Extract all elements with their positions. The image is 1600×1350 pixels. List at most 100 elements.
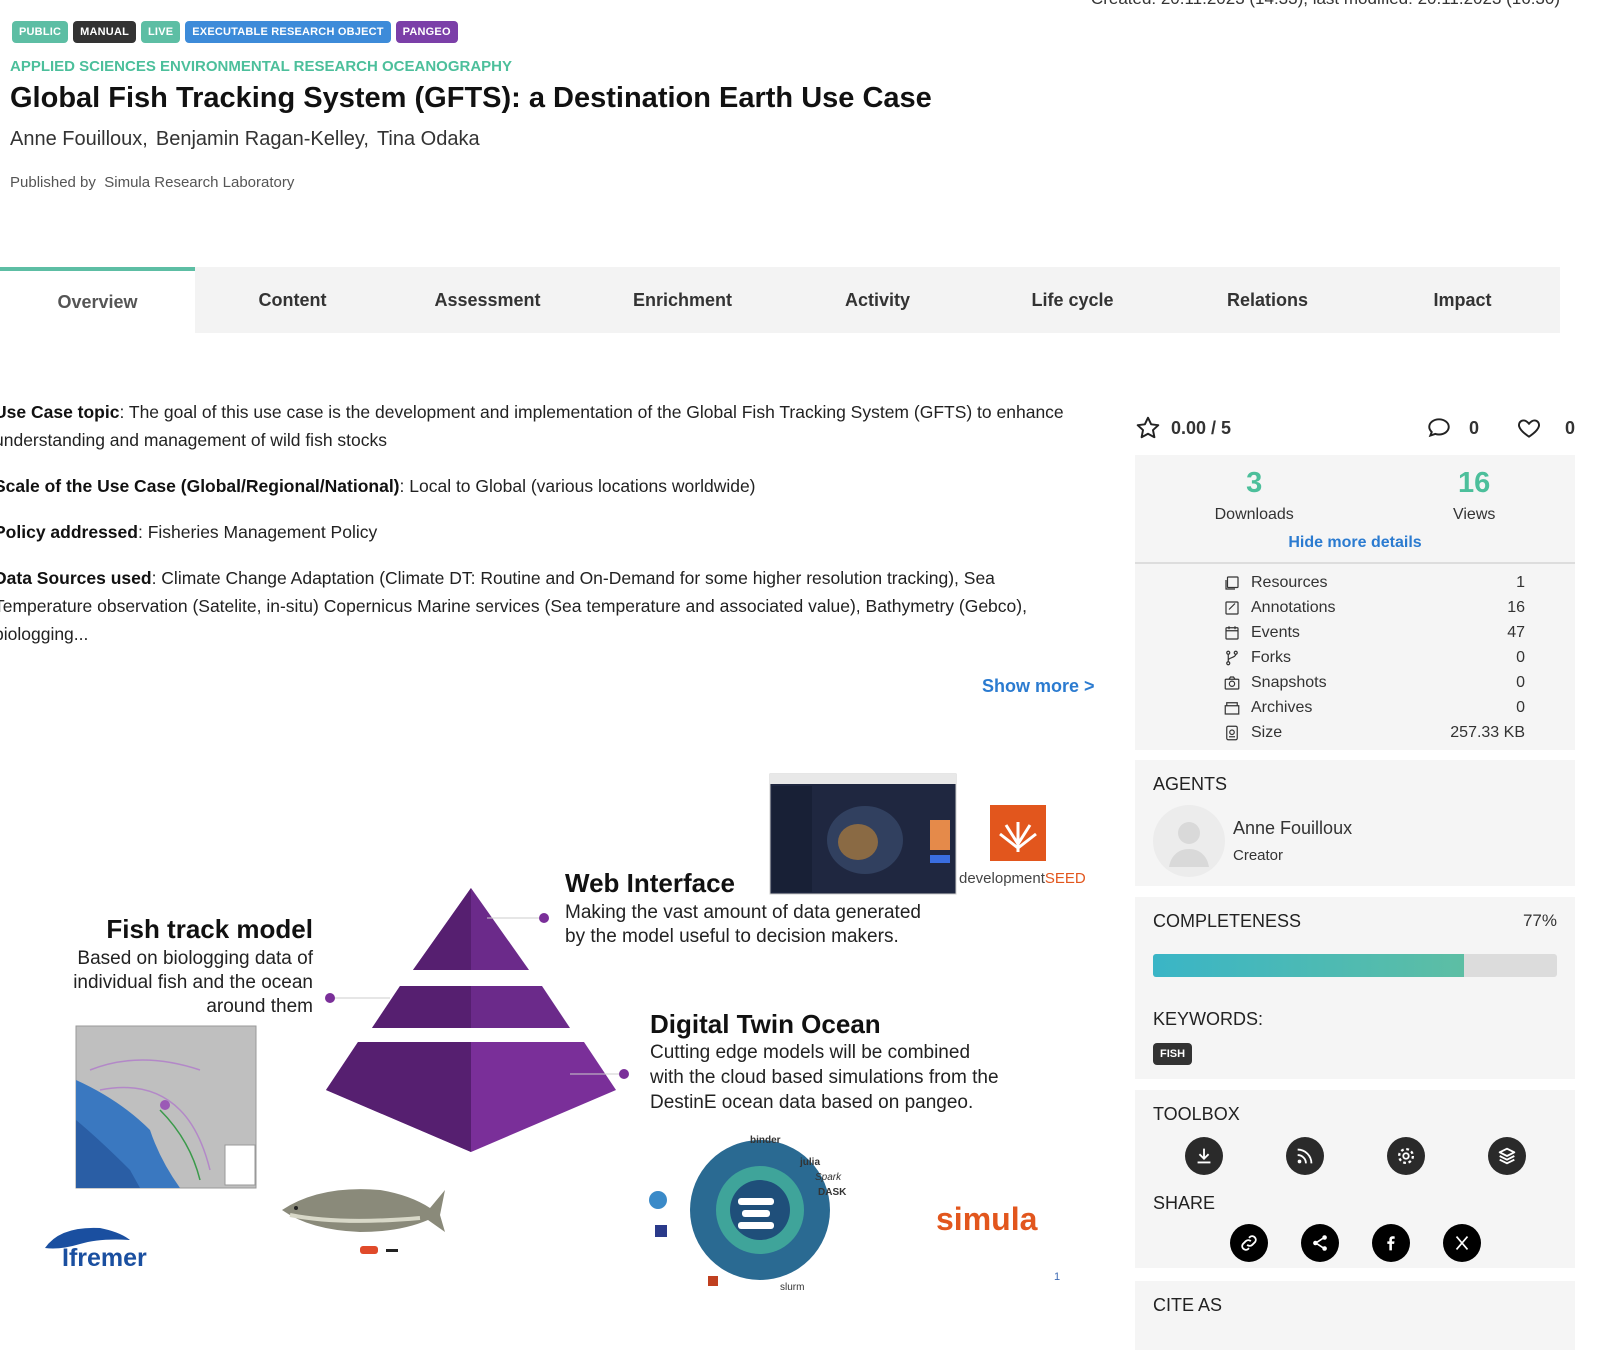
completeness-bar-fill <box>1153 954 1465 977</box>
agents-title: AGENTS <box>1153 774 1228 794</box>
link-icon <box>1240 1235 1257 1251</box>
tab-impact[interactable]: Impact <box>1365 267 1560 333</box>
keyword-badge[interactable]: FISH <box>1153 1043 1193 1065</box>
description-paragraph: Data Sources used: Climate Change Adapta… <box>0 568 1027 644</box>
svg-text:DestinE ocean data based on pa: DestinE ocean data based on pangeo. <box>650 1092 973 1113</box>
badge-manual[interactable]: MANUAL <box>73 21 137 43</box>
x-share-button[interactable] <box>1442 1224 1481 1262</box>
published-by-label: Published by <box>10 174 96 191</box>
share-icon <box>1312 1235 1327 1251</box>
disk-icon <box>1226 725 1238 740</box>
rating-value: 0.00 / 5 <box>1171 417 1232 438</box>
description: Use Case topic: The goal of this use cas… <box>0 398 1079 666</box>
fish-track-map <box>75 1025 257 1189</box>
resources-icon <box>1225 575 1239 590</box>
completeness-bar <box>1153 954 1557 977</box>
annotations-icon <box>1225 600 1239 615</box>
archive-icon <box>1224 701 1240 715</box>
svg-text:Based on biologging data of: Based on biologging data of <box>77 948 313 969</box>
publisher-line: Published by Simula Research Laboratory <box>10 174 294 191</box>
download-icon <box>1197 1148 1210 1164</box>
toolbox-title: TOOLBOX <box>1153 1104 1240 1124</box>
tab-assessment[interactable]: Assessment <box>390 267 585 333</box>
svg-text:1: 1 <box>1054 1271 1060 1283</box>
tab-activity[interactable]: Activity <box>780 267 975 333</box>
toolbox-panel: TOOLBOX SHARE <box>1135 1090 1575 1268</box>
layers-button[interactable] <box>1487 1137 1526 1175</box>
keywords-title: KEYWORDS: <box>1153 1009 1264 1029</box>
badge-executable-research-object[interactable]: EXECUTABLE RESEARCH OBJECT <box>185 21 391 43</box>
badge-pangeo[interactable]: PANGEO <box>395 21 458 43</box>
cite-title: CITE AS <box>1153 1295 1223 1315</box>
development-seed-logo: developmentSEED <box>959 805 1086 887</box>
details-list: Resources 1 Annotations 16 Events 47 For… <box>1135 564 1525 745</box>
camera-icon <box>1224 675 1240 690</box>
x-icon <box>1455 1236 1468 1250</box>
stats-panel: 3 Downloads 16 Views Hide more details R… <box>1135 455 1575 750</box>
author-link[interactable]: Benjamin Ragan-Kelley, <box>156 128 369 151</box>
rss-icon <box>1297 1148 1312 1164</box>
views-counter: 16 Views <box>1453 467 1495 524</box>
svg-text:with the cloud based simulatio: with the cloud based simulations from th… <box>649 1067 999 1088</box>
svg-text:Ifremer: Ifremer <box>62 1244 147 1272</box>
comment-icon <box>1428 418 1450 438</box>
author-link[interactable]: Tina Odaka <box>377 128 480 151</box>
comments[interactable]: 0 <box>1323 415 1479 441</box>
web-interface-screenshot <box>769 773 957 895</box>
svg-text:DASK: DASK <box>818 1187 847 1198</box>
agent-name[interactable]: Anne Fouilloux <box>1233 818 1352 839</box>
agent-card[interactable]: Anne Fouilloux Creator <box>1153 805 1557 877</box>
description-paragraph: Policy addressed: Fisheries Management P… <box>0 522 378 542</box>
detail-row: Forks 0 <box>1221 645 1525 670</box>
completeness-panel: COMPLETENESS 77% KEYWORDS: FISH <box>1135 897 1575 1079</box>
facebook-share-button[interactable] <box>1371 1224 1410 1262</box>
agents-panel: AGENTS Anne Fouilloux Creator <box>1135 760 1575 886</box>
tab-bar: Overview Content Assessment Enrichment A… <box>0 267 1560 333</box>
hide-details-link[interactable]: Hide more details <box>1135 534 1575 564</box>
cite-panel: CITE AS <box>1135 1281 1575 1350</box>
badge-live[interactable]: LIVE <box>141 21 181 43</box>
tab-content[interactable]: Content <box>195 267 390 333</box>
gear-icon <box>1397 1147 1414 1165</box>
rss-button[interactable] <box>1285 1137 1324 1175</box>
svg-text:Digital Twin Ocean: Digital Twin Ocean <box>650 1009 881 1039</box>
category-list[interactable]: APPLIED SCIENCES ENVIRONMENTAL RESEARCH … <box>10 58 512 75</box>
pangeo-wheel: binder DASK julia Spark slurm <box>649 1135 847 1293</box>
detail-row: Snapshots 0 <box>1221 670 1525 695</box>
tab-relations[interactable]: Relations <box>1170 267 1365 333</box>
svg-text:developmentSEED: developmentSEED <box>959 870 1086 887</box>
download-button[interactable] <box>1184 1137 1223 1175</box>
rating[interactable]: 0.00 / 5 <box>1135 415 1323 441</box>
show-more-link[interactable]: Show more > <box>982 676 1095 697</box>
settings-button[interactable] <box>1386 1137 1425 1175</box>
completeness-title: COMPLETENESS <box>1153 911 1302 931</box>
tab-life-cycle[interactable]: Life cycle <box>975 267 1170 333</box>
svg-text:around them: around them <box>206 996 313 1017</box>
share-button[interactable] <box>1300 1224 1339 1262</box>
layers-icon <box>1498 1147 1515 1165</box>
share-title: SHARE <box>1153 1193 1216 1213</box>
badge-list: PUBLIC MANUAL LIVE EXECUTABLE RESEARCH O… <box>12 21 458 43</box>
comments-count: 0 <box>1468 417 1479 438</box>
detail-row: Resources 1 <box>1221 570 1525 595</box>
likes[interactable]: 0 <box>1479 415 1575 441</box>
author-link[interactable]: Anne Fouilloux, <box>10 128 148 151</box>
downloads-label: Downloads <box>1214 506 1294 523</box>
svg-text:by the model useful to decisio: by the model useful to decision makers. <box>565 926 899 947</box>
copy-link-button[interactable] <box>1229 1224 1268 1262</box>
detail-row: Size 257.33 KB <box>1221 720 1525 745</box>
ifremer-logo: Ifremer <box>45 1227 147 1272</box>
publisher-link[interactable]: Simula Research Laboratory <box>104 174 294 191</box>
facebook-icon <box>1386 1236 1395 1251</box>
tab-overview[interactable]: Overview <box>0 267 195 333</box>
tab-enrichment[interactable]: Enrichment <box>585 267 780 333</box>
fork-icon <box>1226 650 1238 665</box>
badge-public[interactable]: PUBLIC <box>12 21 69 43</box>
views-label: Views <box>1452 506 1496 523</box>
detail-row: Archives 0 <box>1221 695 1525 720</box>
svg-text:julia: julia <box>799 1157 820 1168</box>
downloads-counter: 3 Downloads <box>1215 467 1294 524</box>
svg-text:Fish track model: Fish track model <box>106 914 313 944</box>
views-value: 16 <box>1458 467 1491 499</box>
svg-text:Making the vast amount of data: Making the vast amount of data generated <box>565 902 921 923</box>
